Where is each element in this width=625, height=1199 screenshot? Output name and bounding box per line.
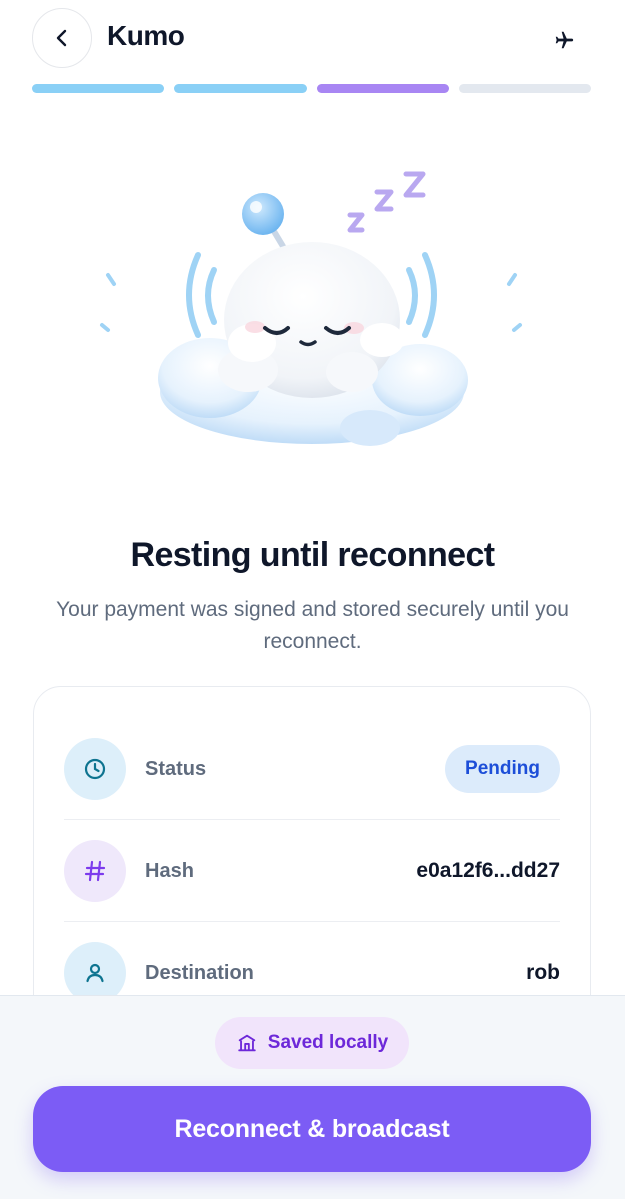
progress-step-4 (458, 84, 591, 93)
clock-icon (84, 758, 106, 780)
app-title: Kumo (107, 20, 185, 51)
hash-row[interactable]: Hash e0a12f6...dd27 (64, 820, 560, 922)
airplane-icon (555, 31, 574, 49)
page-subtitle: Your payment was signed and stored secur… (56, 598, 569, 653)
page-title: Resting until reconnect (130, 536, 495, 574)
status-label: Status (145, 757, 207, 780)
destination-label: Destination (145, 961, 254, 984)
mascot-body (218, 242, 404, 398)
step-progress (32, 84, 591, 94)
antenna-ball (242, 193, 284, 235)
hash-icon (84, 860, 106, 882)
sleeping-cloud-illustration (90, 160, 535, 460)
saved-locally-label: Saved locally (267, 1032, 389, 1053)
zzz-sleep-text (347, 171, 426, 233)
hash-label: Hash (145, 859, 194, 882)
status-icon-wrap (64, 738, 126, 800)
reconnect-broadcast-label: Reconnect & broadcast (174, 1114, 450, 1143)
progress-step-1 (32, 84, 165, 93)
bank-icon (238, 1034, 256, 1052)
status-row: Status Pending (64, 718, 560, 820)
destination-value: rob (526, 961, 560, 984)
progress-step-3 (316, 84, 449, 93)
back-button[interactable] (32, 8, 92, 68)
status-badge: Pending (445, 745, 560, 793)
reconnect-broadcast-button[interactable]: Reconnect & broadcast (33, 1086, 591, 1172)
bottom-action-panel: Saved locally Reconnect & broadcast (0, 995, 625, 1199)
progress-step-2 (174, 84, 307, 93)
airplane-mode-button[interactable] (546, 22, 582, 58)
hash-icon-wrap (64, 840, 126, 902)
chevron-left-icon (56, 29, 67, 47)
top-bar: Kumo (0, 0, 625, 78)
hash-value[interactable]: e0a12f6...dd27 (416, 859, 560, 883)
saved-locally-badge: Saved locally (215, 1017, 409, 1069)
user-icon (86, 963, 104, 983)
